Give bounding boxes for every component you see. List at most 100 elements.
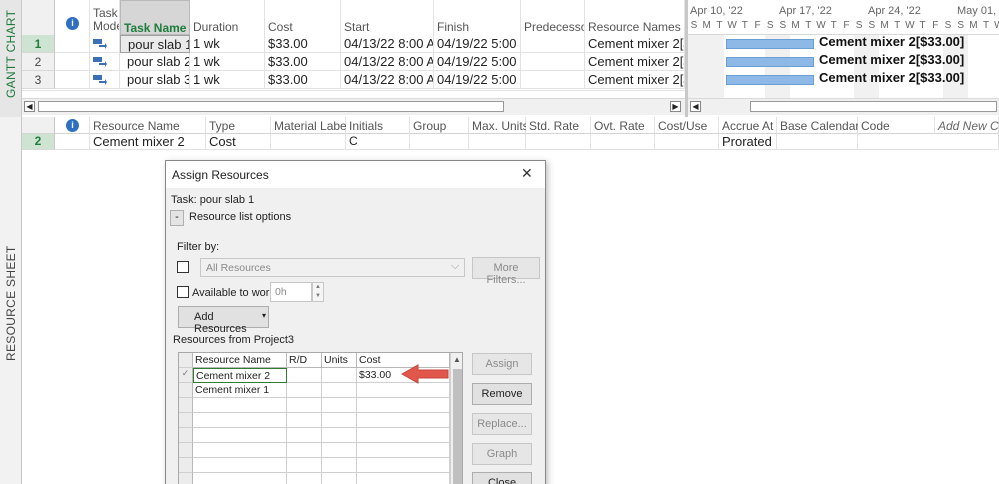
collapse-options-button[interactable]: - bbox=[170, 210, 184, 226]
resource-col-header[interactable]: Initials bbox=[346, 117, 410, 134]
task-mode-cell[interactable] bbox=[90, 71, 120, 89]
grid-row-header[interactable] bbox=[179, 398, 193, 413]
grid-cell-name[interactable] bbox=[193, 473, 287, 484]
dialog-titlebar[interactable]: Assign Resources ✕ bbox=[166, 161, 545, 188]
grid-cell-units[interactable] bbox=[322, 398, 357, 413]
indicator-column-header[interactable]: i bbox=[55, 0, 90, 35]
resource-group-cell[interactable] bbox=[410, 134, 469, 150]
grid-cell-units[interactable] bbox=[322, 368, 357, 383]
cost-cell[interactable]: $33.00 bbox=[265, 71, 341, 89]
task-bar[interactable] bbox=[726, 57, 814, 67]
task-bar[interactable] bbox=[726, 39, 814, 49]
grid-row-header[interactable] bbox=[179, 458, 193, 473]
remove-button[interactable]: Remove bbox=[472, 383, 532, 405]
grid-col-rd[interactable]: R/D bbox=[287, 353, 322, 368]
resource-names-column-header[interactable]: Resource Names bbox=[585, 0, 685, 35]
cost-cell[interactable]: $33.00 bbox=[265, 35, 341, 53]
grid-row-header[interactable] bbox=[179, 383, 193, 398]
duration-cell[interactable]: 1 wk bbox=[190, 53, 265, 71]
cost-column-header[interactable]: Cost bbox=[265, 0, 341, 35]
grid-cell-rd[interactable] bbox=[287, 398, 322, 413]
resource-col-header[interactable]: Material Label bbox=[271, 117, 349, 134]
task-mode-cell[interactable] bbox=[90, 35, 120, 53]
task-name-cell[interactable]: pour slab 2 bbox=[120, 53, 190, 71]
duration-column-header[interactable]: Duration bbox=[190, 0, 265, 35]
resource-type-cell[interactable]: Cost bbox=[206, 134, 271, 150]
grid-cell-cost[interactable] bbox=[357, 473, 450, 484]
grid-cell-cost[interactable] bbox=[357, 428, 450, 443]
resource-indicator-header[interactable]: i bbox=[55, 117, 90, 134]
gantt-view-bar[interactable]: GANTT CHART bbox=[0, 0, 22, 117]
resource-maxunits-cell[interactable] bbox=[469, 134, 526, 150]
grid-cell-units[interactable] bbox=[322, 428, 357, 443]
predecessors-cell[interactable] bbox=[521, 71, 585, 89]
available-to-work-label[interactable]: Available to work bbox=[192, 287, 275, 299]
gantt-chart-scrollbar[interactable]: ◀ bbox=[688, 98, 999, 115]
resource-col-header[interactable]: Max. Units bbox=[469, 117, 529, 134]
resource-name-cell[interactable]: Cement mixer 2 bbox=[90, 134, 206, 150]
resource-col-header[interactable]: Ovt. Rate bbox=[591, 117, 655, 134]
predecessors-cell[interactable] bbox=[521, 53, 585, 71]
assign-button[interactable]: Assign bbox=[472, 353, 532, 375]
gantt-chart-area[interactable]: Cement mixer 2[$33.00] Cement mixer 2[$33… bbox=[688, 35, 999, 98]
duration-cell[interactable]: 1 wk bbox=[190, 71, 265, 89]
grid-cell-name[interactable] bbox=[193, 413, 287, 428]
finish-cell[interactable]: 04/19/22 5:00 PM bbox=[434, 71, 521, 89]
grid-scrollbar[interactable]: ▲ bbox=[450, 353, 462, 484]
resource-list-options-label[interactable]: Resource list options bbox=[189, 211, 291, 223]
grid-cell-cost[interactable] bbox=[357, 383, 450, 398]
resource-row-number[interactable]: 2 bbox=[22, 134, 55, 150]
resource-col-header[interactable]: Type bbox=[206, 117, 271, 134]
resource-ovtrate-cell[interactable] bbox=[591, 134, 655, 150]
grid-cell-name[interactable] bbox=[193, 428, 287, 443]
resource-indicator-cell[interactable] bbox=[55, 134, 90, 150]
resource-material-cell[interactable] bbox=[271, 134, 346, 150]
grid-cell-rd[interactable] bbox=[287, 383, 322, 398]
resource-col-header[interactable]: Resource Name bbox=[90, 117, 206, 134]
resource-col-header[interactable]: Add New Column bbox=[935, 117, 999, 134]
cost-cell[interactable]: $33.00 bbox=[265, 53, 341, 71]
finish-cell[interactable]: 04/19/22 5:00 PM bbox=[434, 53, 521, 71]
grid-cell-rd[interactable] bbox=[287, 413, 322, 428]
grid-cell-units[interactable] bbox=[322, 413, 357, 428]
grid-cell-name[interactable]: Cement mixer 1 bbox=[193, 383, 287, 398]
grid-cell-rd[interactable] bbox=[287, 473, 322, 484]
finish-cell[interactable]: 04/19/22 5:00 PM bbox=[434, 35, 521, 53]
task-name-column-header[interactable]: Task Name bbox=[120, 0, 190, 35]
resource-col-header[interactable]: Cost/Use bbox=[655, 117, 719, 134]
grid-cell-units[interactable] bbox=[322, 383, 357, 398]
task-mode-cell[interactable] bbox=[90, 53, 120, 71]
close-button[interactable]: Close bbox=[472, 472, 532, 484]
grid-cell-name[interactable] bbox=[193, 443, 287, 458]
filter-select[interactable]: All Resources ⌵ bbox=[200, 258, 465, 277]
grid-cell-units[interactable] bbox=[322, 473, 357, 484]
chart-scrollbar-thumb[interactable] bbox=[750, 101, 997, 112]
grid-cell-cost[interactable] bbox=[357, 413, 450, 428]
grid-cell-rd[interactable] bbox=[287, 368, 322, 383]
resource-initials-cell[interactable]: C bbox=[346, 134, 410, 150]
resource-col-header[interactable]: Code bbox=[858, 117, 935, 134]
duration-cell[interactable]: 1 wk bbox=[190, 35, 265, 53]
start-column-header[interactable]: Start bbox=[341, 0, 434, 35]
filter-by-checkbox[interactable] bbox=[177, 261, 189, 273]
resource-costuse-cell[interactable] bbox=[655, 134, 719, 150]
task-name-cell[interactable]: pour slab 1 bbox=[120, 35, 190, 53]
chart-scroll-left-icon[interactable]: ◀ bbox=[690, 101, 701, 112]
hours-spinner[interactable]: ▲ ▼ bbox=[312, 282, 324, 302]
grid-cell-cost[interactable] bbox=[357, 443, 450, 458]
predecessors-cell[interactable] bbox=[521, 35, 585, 53]
start-cell[interactable]: 04/13/22 8:00 AM bbox=[341, 71, 434, 89]
resource-col-header[interactable]: Group bbox=[410, 117, 469, 134]
grid-cell-name[interactable] bbox=[193, 398, 287, 413]
predecessors-column-header[interactable]: Predecessors bbox=[521, 0, 585, 35]
grid-cell-cost[interactable] bbox=[357, 458, 450, 473]
grid-cell-rd[interactable] bbox=[287, 443, 322, 458]
grid-row-header[interactable]: ✓ bbox=[179, 368, 193, 383]
available-hours-input[interactable]: 0h bbox=[270, 282, 312, 302]
start-cell[interactable]: 04/13/22 8:00 AM bbox=[341, 35, 434, 53]
resource-view-bar[interactable]: RESOURCE SHEET bbox=[0, 117, 22, 484]
scroll-left-icon[interactable]: ◀ bbox=[24, 101, 35, 112]
indicator-cell[interactable] bbox=[55, 53, 90, 71]
task-bar[interactable] bbox=[726, 75, 814, 85]
resource-names-cell[interactable]: Cement mixer 2[$33.00] bbox=[585, 35, 685, 53]
